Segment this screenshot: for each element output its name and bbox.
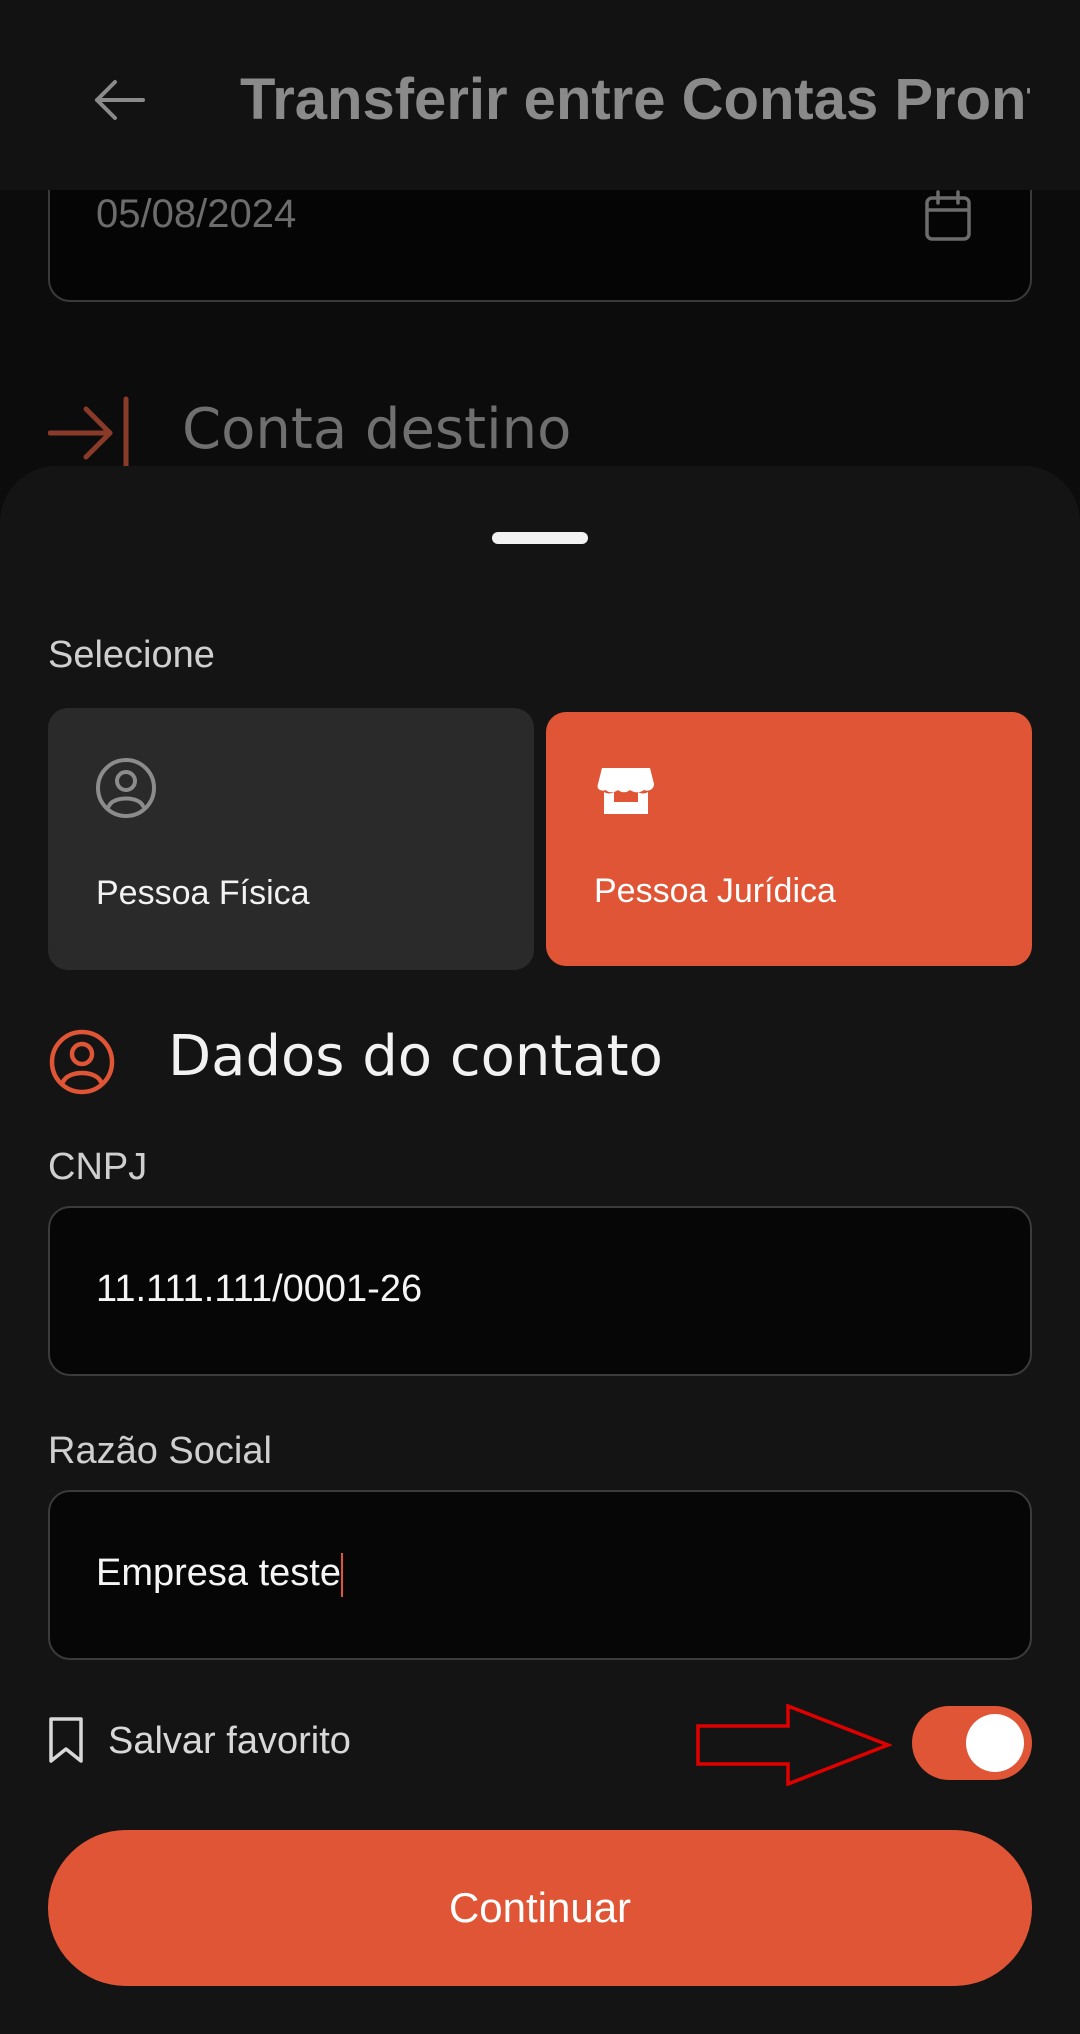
screen: 05/08/2024 Conta destino Transferir entr… — [0, 0, 1080, 2034]
cnpj-input[interactable]: 11.111.111/0001-26 — [48, 1206, 1032, 1376]
background-page: 05/08/2024 Conta destino Transferir entr… — [0, 0, 1080, 520]
save-favorite-label: Salvar favorito — [108, 1720, 351, 1762]
save-favorite-row: Salvar favorito — [48, 1702, 1032, 1786]
back-button[interactable] — [80, 60, 160, 140]
save-favorite-toggle[interactable] — [912, 1706, 1032, 1780]
razao-social-value: Empresa teste — [96, 1552, 341, 1594]
option-pessoa-fisica[interactable]: Pessoa Física — [48, 708, 534, 970]
date-value: 05/08/2024 — [96, 192, 297, 236]
razao-social-label: Razão Social — [48, 1430, 272, 1472]
option-pessoa-juridica-label: Pessoa Jurídica — [594, 872, 836, 910]
option-pessoa-juridica[interactable]: Pessoa Jurídica — [546, 712, 1032, 966]
continue-button[interactable]: Continuar — [48, 1830, 1032, 1986]
destination-title: Conta destino — [182, 397, 572, 462]
person-circle-icon — [96, 758, 156, 818]
storefront-icon — [597, 768, 654, 814]
page-title: Transferir entre Contas Pronta — [240, 67, 1030, 132]
bookmark-icon — [49, 1717, 83, 1763]
bottom-sheet: Selecione Pessoa Física Pessoa Jurídica — [0, 466, 1080, 2034]
option-pessoa-fisica-label: Pessoa Física — [96, 874, 310, 912]
login-arrow-icon — [48, 396, 129, 470]
annotation-arrow-icon — [696, 1704, 892, 1786]
toggle-knob — [966, 1714, 1024, 1772]
sheet-drag-handle[interactable] — [492, 532, 588, 544]
razao-social-input[interactable]: Empresa teste — [48, 1490, 1032, 1660]
app-header: Transferir entre Contas Pronta — [0, 0, 1080, 190]
text-caret — [341, 1552, 343, 1597]
cnpj-value: 11.111.111/0001-26 — [96, 1268, 423, 1310]
contact-title: Dados do contato — [168, 1024, 663, 1089]
continue-label: Continuar — [448, 1884, 632, 1931]
destination-section: Conta destino — [48, 395, 1032, 475]
arrow-left-icon — [95, 80, 145, 120]
user-circle-icon — [49, 1029, 115, 1095]
calendar-icon[interactable] — [924, 190, 972, 242]
cnpj-label: CNPJ — [48, 1146, 148, 1188]
select-label: Selecione — [48, 634, 215, 676]
razao-social-value-wrap: Empresa teste — [96, 1552, 343, 1597]
contact-section-heading: Dados do contato — [48, 1018, 1032, 1108]
